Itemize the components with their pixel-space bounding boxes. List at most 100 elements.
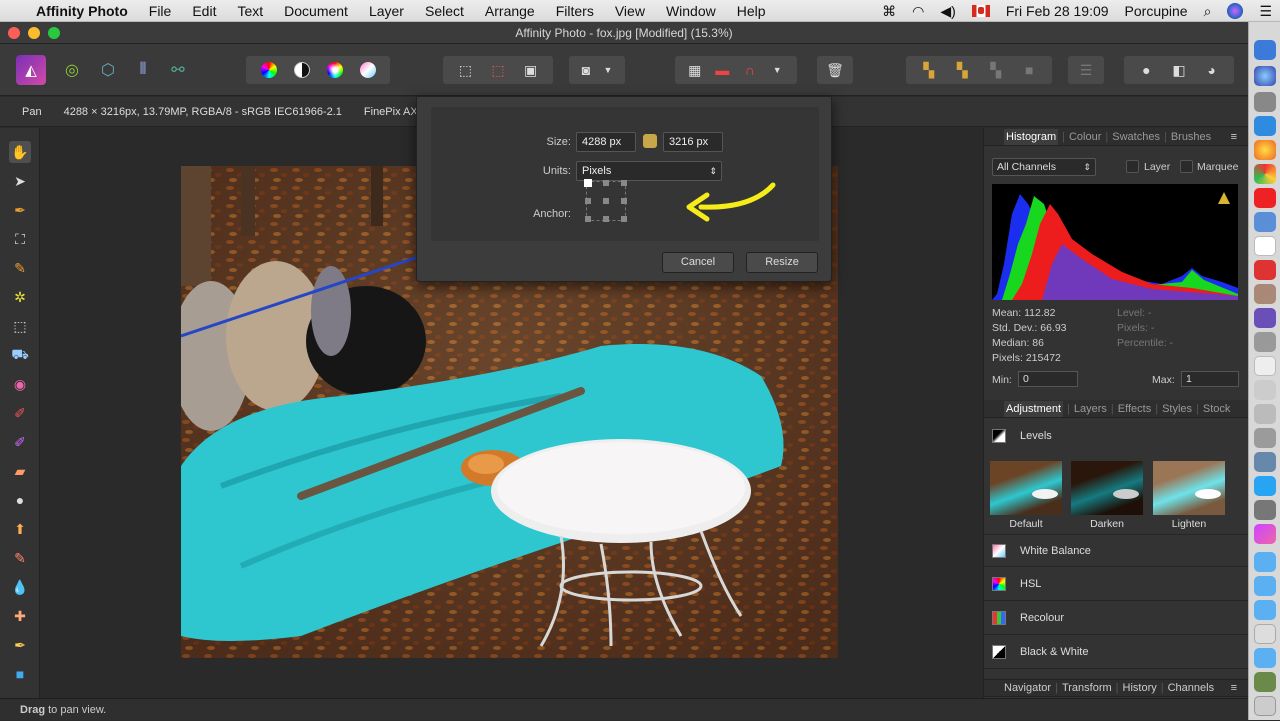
anchor-top-right[interactable] xyxy=(621,180,627,186)
image-capture-icon[interactable] xyxy=(1254,428,1276,448)
liquify-persona-icon[interactable]: ◎ xyxy=(57,55,87,85)
resize-button[interactable]: Resize xyxy=(746,252,818,273)
tab-swatches[interactable]: Swatches xyxy=(1112,131,1160,143)
adjustment-recolour[interactable]: Recolour xyxy=(984,602,1249,635)
safari-icon[interactable] xyxy=(1254,116,1276,136)
clock-datetime[interactable]: Fri Feb 28 19:09 xyxy=(1006,3,1109,19)
tab-layers[interactable]: Layers xyxy=(1074,403,1107,415)
hsl-wheel-icon[interactable] xyxy=(326,62,343,78)
menu-document[interactable]: Document xyxy=(284,3,348,19)
dodge-brush-tool-icon[interactable]: ● xyxy=(9,489,31,511)
anchor-center[interactable] xyxy=(603,198,609,204)
tab-effects[interactable]: Effects xyxy=(1118,403,1151,415)
invert-selection-icon[interactable]: ▣ xyxy=(521,60,541,80)
close-window-button[interactable] xyxy=(8,27,20,39)
clone-brush-tool-icon[interactable]: ⬆ xyxy=(9,518,31,540)
tab-brushes[interactable]: Brushes xyxy=(1171,131,1211,143)
move-to-front-icon[interactable]: ■ xyxy=(1019,60,1039,80)
adjustment-white-balance[interactable]: White Balance xyxy=(984,534,1249,567)
user-name[interactable]: Porcupine xyxy=(1125,3,1188,19)
pen-tool-icon[interactable]: ✒ xyxy=(9,634,31,656)
flag-canada-icon[interactable] xyxy=(971,5,990,17)
finder-icon[interactable] xyxy=(1254,40,1276,60)
calendar-icon[interactable] xyxy=(1254,236,1276,256)
app-store-icon[interactable] xyxy=(1254,476,1276,496)
photos-app-icon[interactable] xyxy=(1254,452,1276,472)
adjustment-levels[interactable]: Levels xyxy=(984,419,1249,452)
menu-filters[interactable]: Filters xyxy=(556,3,594,19)
downloads-folder-icon[interactable] xyxy=(1254,576,1276,596)
tab-histogram[interactable]: Histogram xyxy=(1004,128,1059,145)
chevron-down-icon[interactable]: ▼ xyxy=(767,60,787,80)
applications-folder-icon[interactable] xyxy=(1254,648,1276,668)
tab-styles[interactable]: Styles xyxy=(1162,403,1192,415)
screenshot-icon[interactable] xyxy=(1254,332,1276,352)
launchpad-icon[interactable] xyxy=(1254,92,1276,112)
width-field[interactable]: 4288 px xyxy=(576,132,636,152)
app-menu[interactable]: Affinity Photo xyxy=(36,3,128,19)
units-select[interactable]: Pixels ⇕ xyxy=(576,161,722,181)
anchor-bottom-center[interactable] xyxy=(603,216,609,222)
chevron-down-icon[interactable]: ▼ xyxy=(598,60,618,80)
erase-brush-tool-icon[interactable]: ▰ xyxy=(9,460,31,482)
preview-icon[interactable] xyxy=(1254,212,1276,232)
smudge-brush-tool-icon[interactable]: ✎ xyxy=(9,547,31,569)
menu-window[interactable]: Window xyxy=(666,3,716,19)
notes-icon[interactable] xyxy=(1254,284,1276,304)
chrome-icon[interactable] xyxy=(1254,164,1276,184)
view-hand-tool-icon[interactable]: ✋ xyxy=(9,141,31,163)
adjustment-black-white[interactable]: Black & White xyxy=(984,636,1249,669)
tab-channels[interactable]: Channels xyxy=(1168,682,1214,694)
menu-text[interactable]: Text xyxy=(237,3,263,19)
move-back-one-icon[interactable]: ▚ xyxy=(952,60,972,80)
tone-mapping-persona-icon[interactable]: ⫴ xyxy=(128,55,158,85)
color-replacement-tool-icon[interactable]: ✐ xyxy=(9,431,31,453)
levels-wheel-icon[interactable] xyxy=(260,62,277,78)
document-stack-icon[interactable] xyxy=(1254,624,1276,644)
add-boolean-icon[interactable]: ● xyxy=(1136,60,1156,80)
scripting-icon[interactable]: ⌘ xyxy=(882,3,896,20)
snapping-magnet-icon[interactable]: ∩ xyxy=(740,60,760,80)
anchor-top-left[interactable] xyxy=(584,179,592,187)
anchor-bottom-left[interactable] xyxy=(585,216,591,222)
move-to-back-icon[interactable]: ▚ xyxy=(919,60,939,80)
menu-edit[interactable]: Edit xyxy=(192,3,216,19)
ruler-guides-icon[interactable]: ▬ xyxy=(712,60,732,80)
height-field[interactable]: 3216 px xyxy=(663,132,723,152)
affinity-photo-dock-icon[interactable] xyxy=(1254,524,1276,544)
preset-default[interactable]: Default xyxy=(990,461,1062,531)
zoom-window-button[interactable] xyxy=(48,27,60,39)
panel-menu-icon[interactable]: ≡ xyxy=(1231,682,1237,694)
anchor-mid-left[interactable] xyxy=(585,198,591,204)
lock-aspect-icon[interactable] xyxy=(643,134,657,148)
preset-darken[interactable]: Darken xyxy=(1071,461,1143,531)
panel-menu-icon[interactable]: ≡ xyxy=(1231,131,1237,143)
flood-select-tool-icon[interactable]: ✲ xyxy=(9,286,31,308)
contrast-icon[interactable] xyxy=(293,62,310,78)
align-icon[interactable]: ☰ xyxy=(1076,60,1096,80)
image-file-icon[interactable] xyxy=(1254,672,1276,692)
affinity-designer-icon[interactable] xyxy=(1254,308,1276,328)
adjustment-hsl[interactable]: HSL xyxy=(984,568,1249,601)
documents-folder-icon[interactable] xyxy=(1254,600,1276,620)
move-tool-icon[interactable]: ➤ xyxy=(9,170,31,192)
firefox-icon[interactable] xyxy=(1254,140,1276,160)
photo-persona-icon[interactable]: ◭ xyxy=(16,55,46,85)
siri-icon[interactable] xyxy=(1227,3,1244,19)
white-balance-icon[interactable] xyxy=(359,62,376,78)
minimize-window-button[interactable] xyxy=(28,27,40,39)
menu-select[interactable]: Select xyxy=(425,3,464,19)
layer-checkbox[interactable] xyxy=(1126,160,1139,173)
wifi-icon[interactable]: ◠ xyxy=(912,3,924,20)
tab-stock[interactable]: Stock xyxy=(1203,403,1231,415)
trash-dock-icon[interactable] xyxy=(1254,696,1276,716)
max-field[interactable]: 1 xyxy=(1181,371,1239,387)
siri-dock-icon[interactable] xyxy=(1254,66,1276,86)
notification-center-icon[interactable]: ☰ xyxy=(1259,3,1272,20)
flood-fill-tool-icon[interactable]: ⛟ xyxy=(9,344,31,366)
min-field[interactable]: 0 xyxy=(1018,371,1078,387)
system-preferences-icon[interactable] xyxy=(1254,500,1276,520)
grid-icon[interactable]: ▦ xyxy=(685,60,705,80)
menu-help[interactable]: Help xyxy=(737,3,766,19)
tab-history[interactable]: History xyxy=(1123,682,1157,694)
